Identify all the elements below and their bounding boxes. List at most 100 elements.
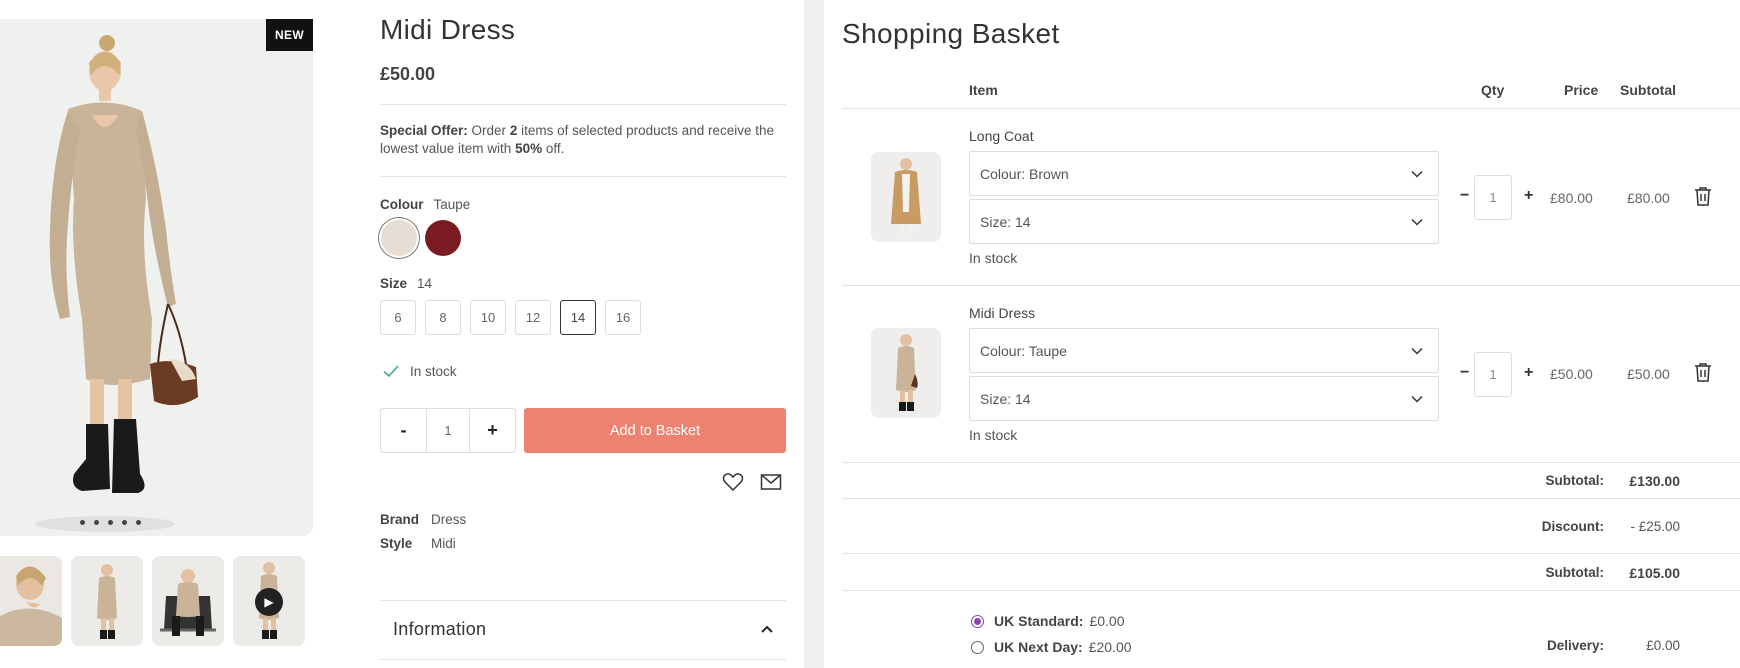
size-option-14[interactable]: 14	[560, 300, 596, 335]
thumbnail-image[interactable]	[0, 556, 62, 646]
offer-label: Special Offer:	[380, 123, 468, 138]
new-badge: NEW	[266, 19, 313, 51]
product-main-image[interactable]	[0, 19, 313, 536]
carousel-dot[interactable]	[136, 520, 141, 525]
size-select[interactable]: Size: 14	[969, 376, 1439, 421]
add-to-basket-button[interactable]: Add to Basket	[524, 408, 786, 453]
panel-divider	[804, 0, 824, 668]
colour-label: Colour	[380, 197, 424, 212]
colour-label-row: Colour Taupe	[380, 197, 470, 212]
thumbnail-image[interactable]	[71, 556, 143, 646]
thumbnail-image[interactable]	[152, 556, 224, 646]
delivery-option-uk-next-day[interactable]: UK Next Day: £20.00	[971, 639, 1132, 655]
divider	[842, 285, 1740, 286]
column-header-price: Price	[1564, 82, 1599, 98]
offer-text-1: Order	[471, 123, 507, 138]
trash-icon[interactable]	[1692, 185, 1714, 207]
trash-icon[interactable]	[1692, 361, 1714, 383]
quantity-minus-button[interactable]: -	[381, 409, 426, 452]
basket-item-name[interactable]: Long Coat	[969, 128, 1034, 144]
delivery-value: £0.00	[1646, 638, 1680, 653]
spec-value: Midi	[431, 536, 456, 551]
heart-icon[interactable]	[721, 470, 745, 494]
quantity-minus-button[interactable]: −	[1460, 364, 1469, 382]
colour-select-value: Colour: Taupe	[980, 342, 1067, 359]
size-option-8[interactable]: 8	[425, 300, 461, 335]
basket-item-price: £80.00	[1550, 190, 1593, 206]
colour-swatch-taupe[interactable]	[381, 220, 417, 256]
information-accordion[interactable]: Information	[380, 600, 786, 660]
mail-icon[interactable]	[759, 470, 783, 494]
subtotal-after-discount-value: £105.00	[1629, 565, 1680, 581]
product-price: £50.00	[380, 64, 436, 84]
colour-select-value: Colour: Brown	[980, 165, 1069, 182]
divider	[842, 553, 1740, 554]
divider	[380, 104, 786, 105]
carousel-dot[interactable]	[108, 520, 113, 525]
delivery-option-name: UK Next Day:	[994, 639, 1083, 655]
spec-brand: Brand Dress	[380, 512, 466, 527]
size-option-10[interactable]: 10	[470, 300, 506, 335]
stock-status: In stock	[382, 362, 457, 380]
spec-label: Style	[380, 536, 413, 551]
thumbnail-video[interactable]: ▶	[233, 556, 305, 646]
chevron-down-icon	[1411, 347, 1423, 355]
subtotal-value: £130.00	[1629, 473, 1680, 489]
radio-button[interactable]	[971, 640, 984, 654]
colour-select[interactable]: Colour: Taupe	[969, 328, 1439, 373]
basket-item-subtotal: £80.00	[1627, 190, 1670, 206]
quantity-plus-button[interactable]: +	[470, 409, 515, 452]
quantity-plus-button[interactable]: +	[1524, 364, 1533, 382]
size-selected: 14	[417, 276, 433, 291]
subtotal-label: Subtotal:	[1545, 473, 1605, 488]
spec-value: Dress	[431, 512, 467, 527]
check-icon	[383, 365, 399, 378]
size-option-16[interactable]: 16	[605, 300, 641, 335]
play-icon[interactable]: ▶	[255, 588, 283, 616]
delivery-option-name: UK Standard:	[994, 613, 1084, 629]
carousel-dot[interactable]	[122, 520, 127, 525]
colour-select[interactable]: Colour: Brown	[969, 151, 1439, 196]
basket-item-image[interactable]	[871, 152, 941, 242]
shopping-basket-panel: Shopping Basket Item Qty Price Subtotal …	[824, 0, 1740, 668]
carousel-dot[interactable]	[80, 520, 85, 525]
chevron-down-icon	[1411, 170, 1423, 178]
size-label-row: Size 14	[380, 276, 432, 291]
spec-style: Style Midi	[380, 536, 456, 551]
column-header-qty: Qty	[1481, 82, 1505, 98]
discount-value: - £25.00	[1630, 519, 1680, 534]
delivery-option-uk-standard[interactable]: UK Standard: £0.00	[971, 613, 1125, 629]
image-carousel-dots[interactable]	[80, 520, 141, 525]
offer-discount: 50%	[515, 141, 543, 156]
quantity-input[interactable]: 1	[426, 409, 470, 452]
column-header-item: Item	[969, 82, 998, 98]
divider	[842, 462, 1740, 463]
size-select-value: Size: 14	[980, 390, 1031, 407]
size-option-12[interactable]: 12	[515, 300, 551, 335]
delivery-option-price: £0.00	[1089, 613, 1125, 629]
basket-item-name[interactable]: Midi Dress	[969, 305, 1035, 321]
colour-selected: Taupe	[433, 197, 471, 212]
divider	[842, 498, 1740, 499]
radio-button[interactable]	[971, 614, 984, 628]
subtotal-after-discount-label: Subtotal:	[1545, 565, 1605, 580]
delivery-label: Delivery:	[1546, 638, 1604, 653]
accordion-title: Information	[393, 619, 487, 639]
product-page: NEW ▶ Midi Dress £50.00 Special Offer: O…	[0, 0, 804, 668]
divider	[380, 176, 786, 177]
basket-item-image[interactable]	[871, 328, 941, 418]
size-option-6[interactable]: 6	[380, 300, 416, 335]
carousel-dot[interactable]	[94, 520, 99, 525]
colour-swatch-burgundy[interactable]	[425, 220, 461, 256]
quantity-minus-button[interactable]: −	[1460, 187, 1469, 205]
product-title: Midi Dress	[380, 14, 516, 45]
basket-item-stock: In stock	[969, 427, 1018, 443]
stock-text: In stock	[410, 363, 457, 379]
column-header-subtotal: Subtotal	[1620, 82, 1676, 98]
divider	[842, 108, 1740, 109]
size-select[interactable]: Size: 14	[969, 199, 1439, 244]
quantity-input[interactable]: 1	[1474, 175, 1512, 220]
quantity-input[interactable]: 1	[1474, 352, 1512, 397]
quantity-plus-button[interactable]: +	[1524, 187, 1533, 205]
chevron-up-icon[interactable]	[758, 621, 776, 639]
